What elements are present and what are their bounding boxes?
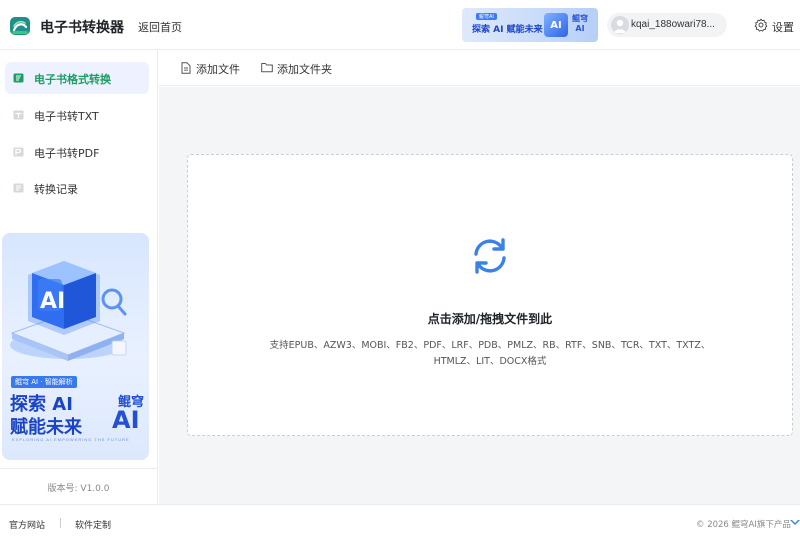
settings-label: 设置: [772, 21, 794, 34]
banner-cube-text: AI: [40, 289, 66, 314]
book-convert-icon: [13, 73, 24, 83]
sidebar-item-label: 转换记录: [34, 183, 78, 196]
banner-subtitle: EXPLORING AI EMPOWERING THE FUTURE: [12, 437, 130, 442]
file-icon: [181, 62, 191, 74]
return-home-link[interactable]: 返回首页: [138, 19, 182, 35]
top-header: 电子书转换器 返回首页 鲲穹AI 探索 AI 赋能未来 AI 鲲穹 AI kqa…: [0, 0, 800, 50]
ad-text: 探索 AI 赋能未来: [472, 25, 543, 35]
dropzone-title: 点击添加/拖拽文件到此: [427, 312, 553, 326]
sidebar-ad-banner[interactable]: AI 鲲穹 AI · 智能解析 探索 AI 赋能未来 鲲穹 AI EXPLORI…: [2, 233, 149, 460]
sidebar-item-label: 电子书转TXT: [34, 110, 99, 123]
sidebar-item-to-txt[interactable]: 电子书转TXT: [5, 99, 149, 131]
history-icon: [13, 183, 24, 193]
sidebar-divider: [0, 468, 157, 469]
brand-logo-icon: [790, 520, 800, 525]
sidebar-item-label: 电子书格式转换: [34, 73, 111, 86]
file-dropzone[interactable]: 点击添加/拖拽文件到此 支持EPUB、AZW3、MOBI、FB2、PDF、LRF…: [187, 154, 793, 436]
ad-brand-line2: AI: [575, 24, 585, 33]
user-avatar-icon: [614, 19, 626, 33]
copyright: © 2026 鲲穹AI旗下产品: [696, 520, 791, 530]
ad-tag: 鲲穹AI: [476, 13, 497, 20]
add-folder-label: 添加文件夹: [277, 63, 332, 76]
ad-brand-line1: 鲲穹: [572, 14, 588, 23]
user-name: kqai_188owari78...: [631, 19, 715, 30]
folder-icon: [261, 63, 273, 73]
supported-formats: 支持EPUB、AZW3、MOBI、FB2、PDF、LRF、PDB、PMLZ、RB…: [269, 340, 711, 367]
sidebar-item-to-pdf[interactable]: 电子书转PDF: [5, 136, 149, 168]
main-content: 点击添加/拖拽文件到此 支持EPUB、AZW3、MOBI、FB2、PDF、LRF…: [159, 87, 800, 504]
ad-brand: 鲲穹 AI: [572, 14, 588, 34]
app-logo-icon: [10, 17, 30, 35]
pdf-file-icon: [13, 147, 24, 157]
banner-line2: 赋能未来: [10, 417, 82, 438]
refresh-convert-icon: [474, 238, 506, 274]
footer-divider: [60, 518, 61, 528]
ai-cube-icon: AI: [544, 13, 568, 37]
banner-tag: 鲲穹 AI · 智能解析: [11, 376, 77, 388]
footer: 官方网站 软件定制 © 2026 鲲穹AI旗下产品: [0, 504, 800, 538]
version-label: 版本号: V1.0.0: [47, 484, 110, 494]
user-account[interactable]: kqai_188owari78...: [607, 13, 727, 37]
avatar: [611, 16, 629, 34]
txt-file-icon: [13, 110, 24, 120]
header-ad-banner[interactable]: 鲲穹AI 探索 AI 赋能未来 AI 鲲穹 AI: [462, 8, 598, 42]
toolbar: 添加文件 添加文件夹: [159, 50, 800, 86]
add-file-label: 添加文件: [196, 63, 240, 76]
custom-software-link[interactable]: 软件定制: [75, 518, 111, 531]
official-site-link[interactable]: 官方网站: [9, 518, 45, 531]
sidebar-item-history[interactable]: 转换记录: [5, 172, 149, 204]
banner-brand-ai: AI: [112, 406, 140, 434]
gear-icon: [754, 18, 768, 32]
ai-cube-illustration-icon: [10, 261, 127, 361]
sidebar-item-label: 电子书转PDF: [34, 147, 100, 160]
sidebar-item-format-convert[interactable]: 电子书格式转换: [5, 62, 149, 94]
app-title: 电子书转换器: [40, 20, 124, 36]
sidebar: 电子书格式转换 电子书转TXT 电子书转PDF 转换记录 AI 鲲穹 AI · …: [0, 50, 158, 504]
